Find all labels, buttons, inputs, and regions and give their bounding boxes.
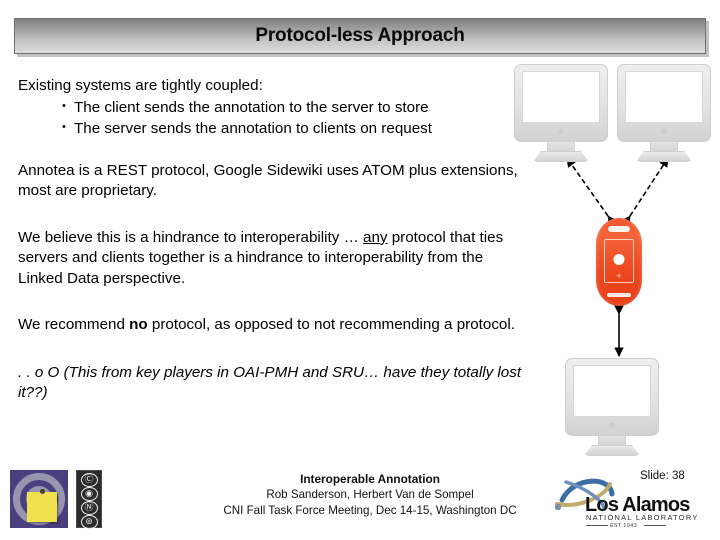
hindrance-paragraph: We believe this is a hindrance to intero… xyxy=(18,228,528,290)
monitor-screen xyxy=(522,71,600,123)
footer-event: CNI Fall Task Force Meeting, Dec 14-15, … xyxy=(223,503,517,517)
connector-phone-to-top-right xyxy=(621,157,669,226)
sticky-note-icon xyxy=(27,489,57,522)
monitor-body: ● xyxy=(617,64,711,142)
monitor-body: ● xyxy=(565,358,659,436)
monitor-screen xyxy=(625,71,703,123)
recommend-text-part2: protocol, as opposed to not recommending… xyxy=(147,316,515,333)
recommend-paragraph: We recommend no protocol, as opposed to … xyxy=(18,315,528,336)
lanl-established: EST.1943 xyxy=(610,523,638,529)
client-monitor-top-left: ● xyxy=(514,64,608,162)
hindrance-text-part1: We believe this is a hindrance to intero… xyxy=(18,228,363,246)
slide-title-bar: Protocol-less Approach xyxy=(14,18,706,54)
sticky-pin-icon xyxy=(40,489,45,494)
monitor-base xyxy=(636,151,692,162)
lanl-rule-left xyxy=(586,525,608,526)
page-title: Protocol-less Approach xyxy=(255,25,465,46)
hindrance-emphasis-any: any xyxy=(363,228,388,246)
list-item: The server sends the annotation to clien… xyxy=(62,117,528,139)
phone-speaker xyxy=(608,226,630,232)
phone-bottom-slot xyxy=(607,293,631,297)
mobile-device: + xyxy=(596,218,642,306)
intro-paragraph: Existing systems are tightly coupled: xyxy=(18,77,263,94)
recommend-text-part1: We recommend xyxy=(18,316,130,333)
apple-logo-icon: ● xyxy=(557,123,565,138)
recommend-emphasis-no: no xyxy=(129,316,148,333)
by-icon: ◉ xyxy=(80,487,98,501)
client-monitor-bottom: ● xyxy=(565,358,659,456)
footer-logos: Ⓒ ◉ Ⓝ ⊚ xyxy=(10,470,102,529)
monitor-neck xyxy=(547,142,575,151)
creative-commons-badge: Ⓒ ◉ Ⓝ ⊚ xyxy=(76,470,102,529)
phone-home-button-icon xyxy=(613,254,625,265)
footer-title: Interoperable Annotation xyxy=(300,472,440,486)
monitor-body: ● xyxy=(514,64,608,142)
phone-plus-icon: + xyxy=(616,271,622,281)
slide-body: Existing systems are tightly coupled: Th… xyxy=(18,76,528,404)
sa-icon: ⊚ xyxy=(80,515,98,529)
footer-authors: Rob Sanderson, Herbert Van de Sompel xyxy=(266,488,474,502)
footer-credits: Interoperable Annotation Rob Sanderson, … xyxy=(182,472,558,518)
monitor-neck xyxy=(650,142,678,151)
connector-phone-to-top-left xyxy=(566,157,617,226)
nc-icon: Ⓝ xyxy=(80,501,98,515)
annotation-target-sticky-note-logo xyxy=(10,470,68,528)
monitor-base xyxy=(584,445,640,456)
architecture-diagram: ● ● + ● xyxy=(512,58,720,458)
aside-paragraph: . . o O (This from key players in OAI-PM… xyxy=(18,363,522,402)
monitor-neck xyxy=(598,436,626,445)
list-item: The client sends the annotation to the s… xyxy=(62,96,528,118)
lanl-rule-right xyxy=(644,525,666,526)
client-monitor-top-right: ● xyxy=(617,64,711,162)
monitor-screen xyxy=(573,365,651,417)
apple-logo-icon: ● xyxy=(608,417,616,432)
apple-logo-icon: ● xyxy=(660,123,668,138)
cc-icon: Ⓒ xyxy=(80,473,98,487)
annotea-paragraph: Annotea is a REST protocol, Google Sidew… xyxy=(18,161,518,200)
monitor-base xyxy=(533,151,589,162)
lanl-subtitle: NATIONAL LABORATORY xyxy=(586,513,699,522)
los-alamos-logo: Los Alamos NATIONAL LABORATORY EST.1943 xyxy=(552,474,702,532)
bullet-list: The client sends the annotation to the s… xyxy=(18,96,528,139)
